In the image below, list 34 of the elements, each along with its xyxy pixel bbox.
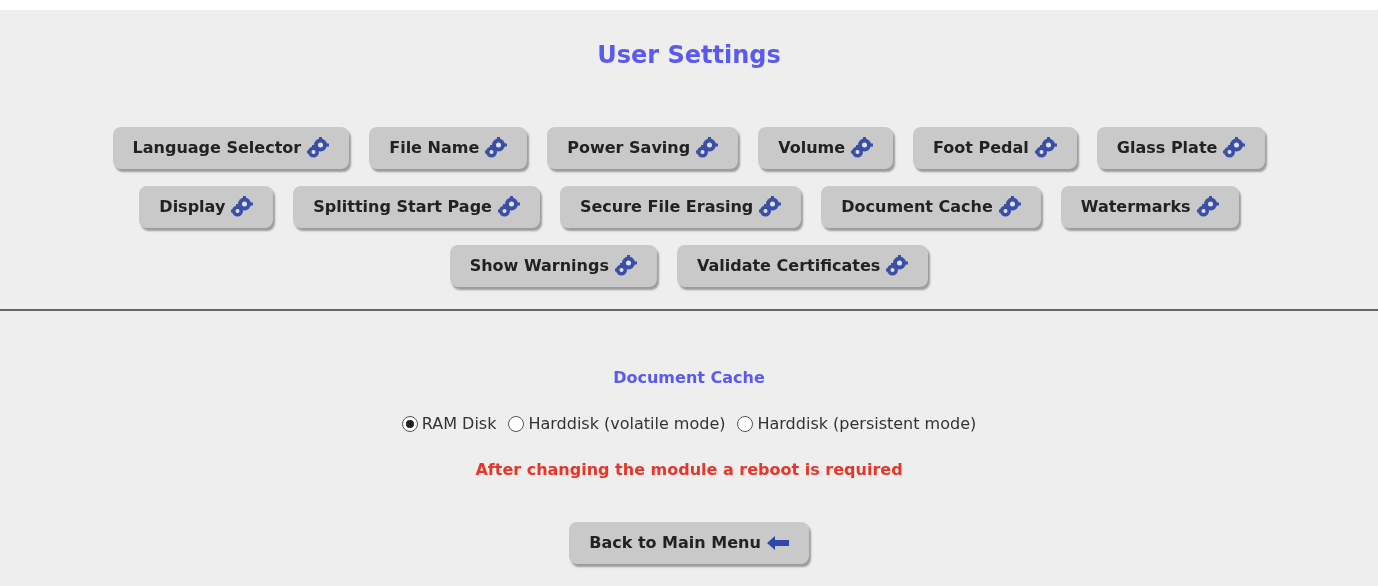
gears-icon — [614, 255, 637, 277]
setting-button[interactable]: File Name — [369, 127, 528, 169]
radio-option[interactable]: Harddisk (persistent mode) — [737, 412, 977, 436]
setting-button[interactable]: Splitting Start Page — [293, 186, 540, 228]
gears-icon — [759, 196, 782, 218]
setting-button[interactable]: Power Saving — [547, 127, 739, 169]
setting-button[interactable]: Validate Certificates — [676, 245, 929, 287]
setting-button[interactable]: Foot Pedal — [913, 127, 1077, 169]
setting-button[interactable]: Show Warnings — [449, 245, 657, 287]
setting-button[interactable]: Language Selector — [112, 127, 350, 169]
setting-button[interactable]: Display — [139, 186, 274, 228]
gears-icon — [231, 196, 254, 218]
arrow-left-icon — [766, 536, 789, 550]
page-title: User Settings — [597, 40, 781, 71]
gears-icon — [696, 137, 719, 159]
gears-icon — [497, 196, 520, 218]
setting-button[interactable]: Secure File Erasing — [559, 186, 802, 228]
gears-icon — [1034, 137, 1057, 159]
radio-option[interactable]: Harddisk (volatile mode) — [508, 412, 726, 436]
gears-icon — [886, 255, 909, 277]
gears-icon — [851, 137, 874, 159]
gears-icon — [485, 137, 508, 159]
section-title: Document Cache — [613, 367, 765, 389]
setting-button[interactable]: Glass Plate — [1096, 127, 1266, 169]
back-button[interactable]: Back to Main Menu — [569, 522, 809, 564]
gears-icon — [1223, 137, 1246, 159]
warning-text: After changing the module a reboot is required — [475, 459, 903, 481]
setting-button[interactable]: Document Cache — [821, 186, 1041, 228]
radio-option[interactable]: RAM Disk — [401, 412, 497, 436]
setting-button[interactable]: Watermarks — [1060, 186, 1239, 228]
gears-icon — [307, 137, 330, 159]
gears-icon — [1196, 196, 1219, 218]
setting-button[interactable]: Volume — [758, 127, 894, 169]
gears-icon — [998, 196, 1021, 218]
